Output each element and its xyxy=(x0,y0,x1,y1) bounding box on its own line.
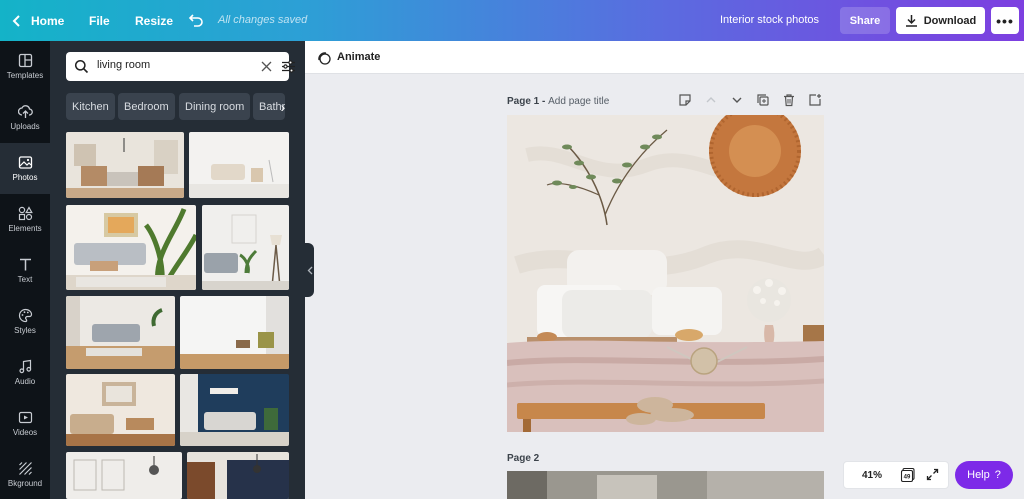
videos-icon xyxy=(18,411,32,424)
photo-thumbnail[interactable] xyxy=(187,452,289,499)
rail-label: Photos xyxy=(12,173,38,182)
animate-icon xyxy=(318,52,331,65)
close-icon[interactable] xyxy=(260,60,273,73)
chip-dining-room[interactable]: Dining room xyxy=(179,93,251,120)
rail-label: Templates xyxy=(6,71,44,80)
page-2-canvas[interactable] xyxy=(507,471,824,499)
page-2-photo[interactable] xyxy=(507,471,824,499)
page-1-number: Page 1 - xyxy=(507,96,549,107)
search-icon xyxy=(74,59,89,74)
styles-icon xyxy=(18,308,32,323)
photo-thumbnail[interactable] xyxy=(180,374,289,446)
page-2-label: Page 2 xyxy=(507,453,540,464)
chip-bedroom[interactable]: Bedroom xyxy=(118,93,175,120)
animate-toolbar: Animate xyxy=(305,41,1024,74)
zoom-level[interactable]: 41% xyxy=(862,470,882,481)
elements-icon xyxy=(18,206,33,221)
note-icon[interactable] xyxy=(678,93,692,107)
help-question-icon: ? xyxy=(994,469,1001,481)
rail-label: Styles xyxy=(14,326,36,335)
top-bar: Home File Resize All changes saved Inter… xyxy=(0,0,1024,41)
zoom-controls: 41% 49 xyxy=(843,461,949,489)
photo-thumbnail[interactable] xyxy=(66,296,175,369)
rail-label: Videos xyxy=(12,428,38,437)
photo-thumbnail[interactable] xyxy=(66,452,182,499)
rail-item-styles[interactable]: Styles xyxy=(0,296,50,347)
photo-thumbnail[interactable] xyxy=(189,132,289,198)
home-button[interactable]: Home xyxy=(12,0,64,41)
search-bar xyxy=(66,52,295,81)
design-title[interactable]: Interior stock photos xyxy=(720,14,819,26)
audio-icon xyxy=(18,359,31,374)
rail-label: Bkground xyxy=(7,479,43,488)
upload-icon xyxy=(17,105,33,118)
chevron-down-icon[interactable] xyxy=(730,93,744,107)
chevron-right-icon[interactable]: › xyxy=(275,93,291,120)
chevron-left-icon xyxy=(12,14,20,27)
background-icon xyxy=(18,462,32,475)
photo-thumbnail[interactable] xyxy=(66,205,196,290)
rail-label: Elements xyxy=(8,224,42,233)
photo-thumbnail[interactable] xyxy=(66,132,184,198)
duplicate-page-icon[interactable] xyxy=(756,93,770,107)
home-label: Home xyxy=(31,13,65,28)
rail-item-photos[interactable]: Photos xyxy=(0,143,50,194)
rail-item-elements[interactable]: Elements xyxy=(0,194,50,245)
photo-thumbnail[interactable] xyxy=(180,296,289,369)
download-label: Download xyxy=(923,14,977,27)
rail-item-audio[interactable]: Audio xyxy=(0,347,50,398)
bedroom-photo[interactable] xyxy=(507,115,824,432)
photo-thumbnail[interactable] xyxy=(66,374,175,446)
rail-label: Audio xyxy=(14,377,36,386)
collapse-panel-handle[interactable] xyxy=(305,243,314,297)
chip-kitchen[interactable]: Kitchen xyxy=(66,93,115,120)
fullscreen-icon[interactable] xyxy=(926,468,939,481)
share-button[interactable]: Share xyxy=(840,7,890,34)
chevron-left-icon xyxy=(307,266,312,274)
rail-item-background[interactable]: Bkground xyxy=(0,449,50,499)
text-icon xyxy=(19,258,31,271)
page-toolbar xyxy=(678,93,822,109)
help-button[interactable]: Help ? xyxy=(955,461,1013,489)
filter-icon[interactable] xyxy=(281,59,296,74)
animate-button[interactable]: Animate xyxy=(337,51,380,63)
more-options-button[interactable]: ••• xyxy=(991,7,1019,34)
page-count: 49 xyxy=(904,475,911,481)
search-input[interactable] xyxy=(97,59,237,71)
rail-item-videos[interactable]: Videos xyxy=(0,398,50,449)
save-status: All changes saved xyxy=(218,14,308,26)
page-1-label: Page 1 - Add page title xyxy=(507,96,609,107)
trash-icon[interactable] xyxy=(782,93,796,107)
rail-item-templates[interactable]: Templates xyxy=(0,41,50,92)
undo-icon[interactable] xyxy=(188,12,204,28)
rail-item-text[interactable]: Text xyxy=(0,245,50,296)
file-menu-button[interactable]: File xyxy=(89,0,110,41)
left-rail: Templates Uploads Photos Elements Text S… xyxy=(0,41,50,499)
templates-icon xyxy=(18,53,32,68)
rail-label: Text xyxy=(17,275,33,284)
photos-panel: Kitchen Bedroom Dining room Bathroom › xyxy=(50,41,305,499)
chevron-up-icon[interactable] xyxy=(704,93,718,107)
page-1-canvas[interactable] xyxy=(507,115,824,432)
help-label: Help xyxy=(967,469,990,481)
download-icon xyxy=(905,15,917,27)
photo-thumbnail[interactable] xyxy=(202,205,289,290)
rail-item-uploads[interactable]: Uploads xyxy=(0,92,50,143)
add-page-icon[interactable] xyxy=(808,93,822,107)
rail-label: Uploads xyxy=(10,122,40,131)
page-grid-icon[interactable]: 49 xyxy=(900,467,916,483)
add-page-title[interactable]: Add page title xyxy=(548,96,609,107)
photos-icon xyxy=(18,156,32,169)
resize-button[interactable]: Resize xyxy=(135,0,173,41)
download-button[interactable]: Download xyxy=(896,7,985,34)
